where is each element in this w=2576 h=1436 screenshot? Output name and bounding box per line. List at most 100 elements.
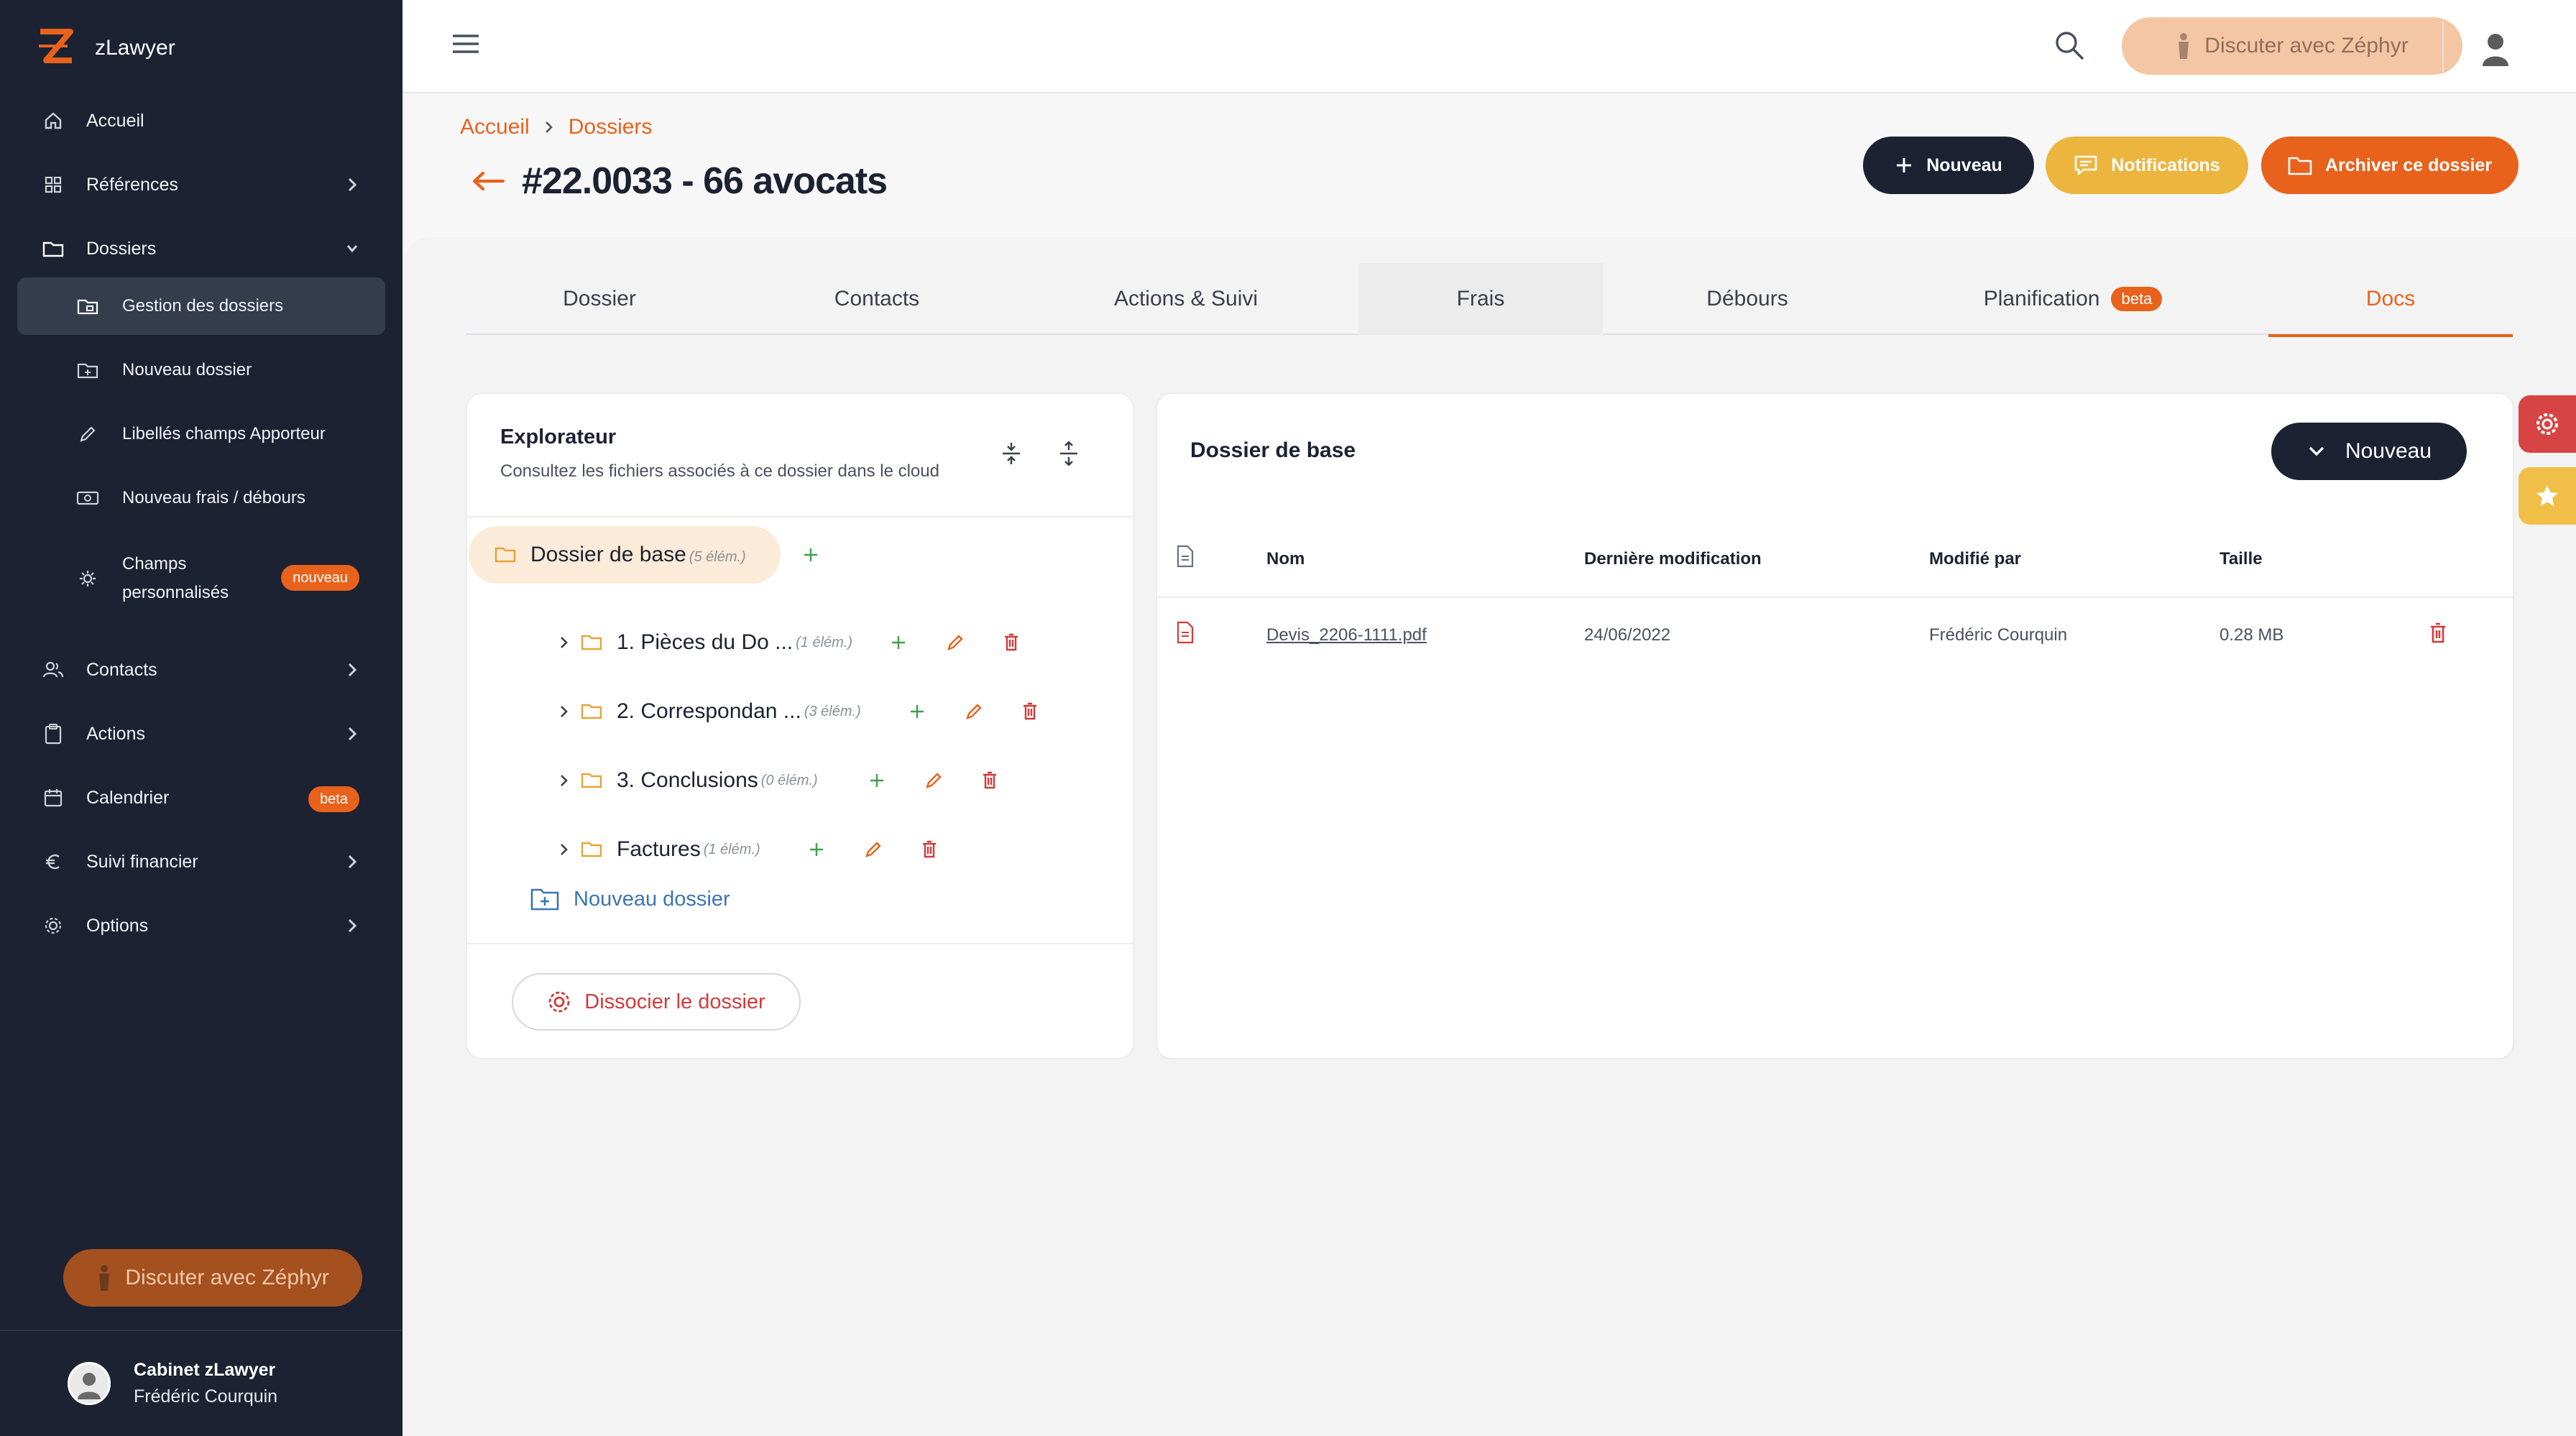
search-icon[interactable]: [2053, 29, 2086, 65]
sidebar-item-suivi-financier[interactable]: Suivi financier: [17, 833, 385, 890]
folder-row[interactable]: 1. Pièces du Do ... (1 élém.): [558, 621, 852, 664]
page-header: #22.0033 - 66 avocats: [472, 160, 888, 203]
cash-icon: [73, 489, 102, 507]
collapse-all-icon[interactable]: [1000, 441, 1022, 469]
sidebar-item-libelles-champs-apporteur[interactable]: Libellés champs Apporteur: [17, 405, 385, 463]
column-size[interactable]: Taille: [2220, 549, 2263, 569]
settings-floating-button[interactable]: [2518, 395, 2576, 453]
gear-icon: [39, 916, 68, 936]
tab-label: Contacts: [834, 287, 920, 310]
sidebar-item-actions[interactable]: Actions: [17, 705, 385, 763]
divider: [1157, 597, 2513, 598]
chevron-right-icon[interactable]: [558, 772, 571, 789]
back-arrow-icon[interactable]: [472, 170, 505, 192]
tab-docs[interactable]: Docs: [2268, 263, 2513, 337]
edit-icon[interactable]: [946, 621, 965, 664]
chevron-right-icon: [344, 173, 361, 200]
divider: [2442, 22, 2444, 72]
folder-icon: [494, 547, 516, 563]
notifications-button[interactable]: Notifications: [2046, 137, 2248, 194]
chat-zephyr-top-button[interactable]: Discuter avec Zéphyr: [2122, 17, 2462, 75]
sidebar-item-dossiers[interactable]: Dossiers: [17, 220, 385, 277]
folder-icon: [581, 773, 602, 788]
tab-actions-suivi[interactable]: Actions & Suivi: [1021, 263, 1351, 335]
euro-icon: [39, 852, 68, 871]
tab-bar: Dossier Contacts Actions & Suivi Frais D…: [466, 263, 2513, 337]
sidebar-item-calendrier[interactable]: Calendrier beta: [17, 769, 385, 827]
add-icon[interactable]: [868, 759, 886, 802]
delete-icon[interactable]: [921, 828, 937, 871]
brand[interactable]: zLawyer: [36, 26, 175, 70]
column-modified-by[interactable]: Modifié par: [1929, 549, 2021, 569]
column-name[interactable]: Nom: [1266, 549, 1305, 569]
new-button[interactable]: Nouveau: [1863, 137, 2034, 194]
new-folder-link[interactable]: Nouveau dossier: [530, 887, 730, 911]
folder-name: 2. Correspondan ...: [617, 699, 801, 723]
zlawyer-logo-icon: [39, 29, 73, 63]
sidebar-item-label: Actions: [86, 723, 145, 744]
delete-icon[interactable]: [982, 759, 998, 802]
folder-row[interactable]: 3. Conclusions (0 élém.): [558, 759, 818, 802]
sidebar-item-nouveau-frais-debours[interactable]: Nouveau frais / débours: [17, 469, 385, 527]
breadcrumb-home[interactable]: Accueil: [460, 115, 530, 139]
folder-row[interactable]: 2. Correspondan ... (3 élém.): [558, 690, 861, 733]
chat-zephyr-button[interactable]: Discuter avec Zéphyr: [63, 1249, 362, 1307]
profile-user: Frédéric Courquin: [134, 1386, 278, 1407]
add-icon[interactable]: [808, 828, 825, 871]
chevron-right-icon[interactable]: [558, 703, 571, 720]
edit-icon[interactable]: [924, 759, 943, 802]
chevron-right-icon[interactable]: [558, 634, 571, 651]
chevron-right-icon: [545, 121, 553, 133]
app-name: zLawyer: [95, 36, 175, 60]
new-folder-label: Nouveau dossier: [574, 887, 730, 911]
edit-icon[interactable]: [965, 690, 983, 733]
folder-row[interactable]: Factures (1 élém.): [558, 828, 760, 871]
sidebar-item-contacts[interactable]: Contacts: [17, 641, 385, 699]
expand-all-icon[interactable]: [1058, 441, 1080, 469]
edit-icon[interactable]: [864, 828, 883, 871]
menu-icon[interactable]: [451, 33, 480, 58]
archive-button[interactable]: Archiver ce dossier: [2261, 137, 2518, 194]
column-modified[interactable]: Dernière modification: [1584, 549, 1762, 569]
dissociate-button[interactable]: Dissocier le dossier: [512, 973, 801, 1031]
folder-icon: [39, 239, 68, 258]
sidebar-item-references[interactable]: Références: [17, 156, 385, 213]
favorites-floating-button[interactable]: [2518, 467, 2576, 525]
root-folder[interactable]: Dossier de base (5 élém.): [469, 526, 781, 584]
folder-count: (5 élém.): [689, 549, 746, 565]
tab-label: Frais: [1456, 287, 1505, 310]
file-column-icon: [1176, 545, 1195, 573]
folder-count: (3 élém.): [804, 703, 861, 719]
add-icon[interactable]: [908, 690, 926, 733]
sidebar-item-gestion-des-dossiers[interactable]: Gestion des dossiers: [17, 277, 385, 335]
sidebar-item-nouveau-dossier[interactable]: Nouveau dossier: [17, 341, 385, 399]
delete-file-icon[interactable]: [2429, 622, 2447, 649]
add-subfolder-icon[interactable]: [802, 533, 819, 576]
tab-frais[interactable]: Frais: [1358, 263, 1603, 335]
user-profile[interactable]: Cabinet zLawyer Frédéric Courquin: [68, 1360, 277, 1407]
sidebar-divider: [0, 1330, 402, 1331]
files-new-button[interactable]: Nouveau: [2271, 423, 2467, 480]
delete-icon[interactable]: [1003, 621, 1019, 664]
file-name-link[interactable]: Devis_2206-1111.pdf: [1266, 625, 1427, 645]
sidebar-item-champs-personnalises[interactable]: Champs personnalisés nouveau: [17, 545, 385, 612]
delete-icon[interactable]: [1022, 690, 1038, 733]
user-avatar[interactable]: [2478, 29, 2513, 66]
folder-name: Factures: [617, 837, 701, 861]
folder-add-icon: [530, 888, 559, 911]
zephyr-figure-icon: [99, 1265, 110, 1291]
page-title: #22.0033 - 66 avocats: [522, 160, 888, 202]
sidebar-item-options[interactable]: Options: [17, 897, 385, 954]
chat-zephyr-top-label: Discuter avec Zéphyr: [2204, 34, 2409, 57]
file-size: 0.28 MB: [2220, 625, 2284, 645]
tab-debours[interactable]: Débours: [1609, 263, 1886, 335]
tab-planification[interactable]: Planification beta: [1886, 263, 2260, 335]
chevron-right-icon[interactable]: [558, 841, 571, 858]
tab-dossier[interactable]: Dossier: [466, 263, 733, 335]
breadcrumb-current[interactable]: Dossiers: [569, 115, 653, 139]
folder-name: Dossier de base: [530, 543, 686, 566]
add-icon[interactable]: [890, 621, 907, 664]
tab-contacts[interactable]: Contacts: [743, 263, 1011, 335]
sidebar-item-label: Champs personnalisés: [122, 550, 229, 607]
sidebar-item-accueil[interactable]: Accueil: [17, 92, 385, 149]
